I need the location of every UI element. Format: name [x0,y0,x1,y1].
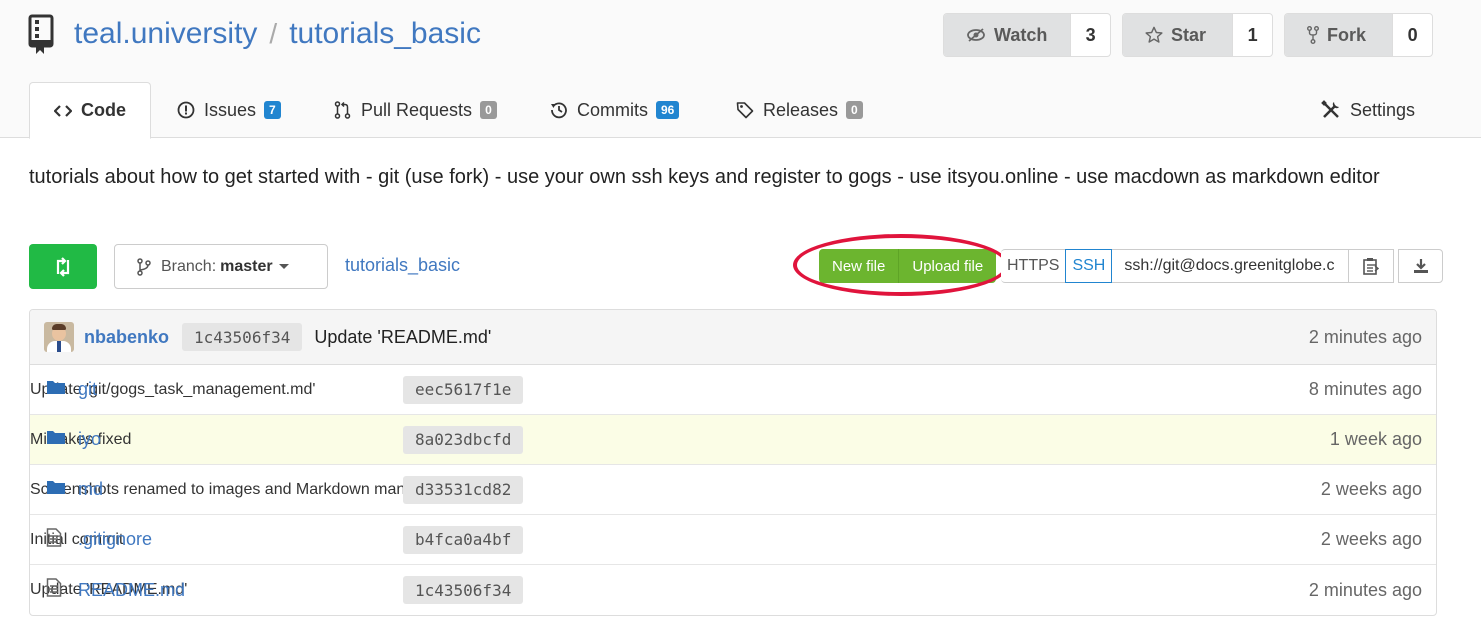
tab-settings[interactable]: Settings [1321,82,1415,138]
pull-requests-count-badge: 0 [480,101,497,119]
commit-sha-link[interactable]: 1c43506f34 [182,323,303,351]
fork-count[interactable]: 0 [1392,14,1432,56]
star-icon [1145,26,1163,43]
issues-count-badge: 7 [264,101,281,119]
pull-request-icon [334,101,351,119]
table-row: README.md 1c43506f34 Update 'README.md' 2 m… [30,565,1436,615]
table-row: git eec5617f1e Update 'git/gogs_task_manag… [30,365,1436,415]
ssh-button[interactable]: SSH [1065,249,1113,283]
tab-pull-requests[interactable]: Pull Requests 0 [334,82,497,138]
folder-icon [46,379,66,400]
file-name-link[interactable]: md [78,479,103,500]
commit-sha-link[interactable]: d33531cd82 [403,475,524,504]
tab-pull-requests-label: Pull Requests [361,99,473,120]
commit-message: Update 'README.md' [314,326,492,347]
file-name-link[interactable]: git [78,379,97,400]
commits-count-badge: 96 [656,101,680,119]
commit-age: 2 weeks ago [1320,479,1422,499]
file-name-link[interactable]: README.md [78,580,185,601]
branch-icon [137,257,151,276]
commit-sha-link[interactable]: 1c43506f34 [403,576,524,604]
watch-count[interactable]: 3 [1070,14,1110,56]
tab-commits-label: Commits [577,99,648,120]
compare-pull-button[interactable] [29,244,97,289]
branch-name: master [220,257,273,275]
commit-sha-link[interactable]: eec5617f1e [403,375,524,404]
commit-sha-link[interactable]: b4fca0a4bf [403,525,524,554]
fork-icon [1307,26,1319,44]
tab-code-label: Code [81,100,126,120]
file-actions: New file Upload file [819,249,997,283]
fork-group: Fork 0 [1284,13,1433,57]
table-row: iyo 8a023dbcfd Mistakes fixed 1 week ago [30,415,1436,465]
clone-panel: HTTPS SSH ssh://git@docs.greenitglobe.c [1001,249,1444,283]
copy-url-button[interactable] [1349,249,1395,283]
avatar [44,322,74,352]
file-name-link[interactable]: .gitignore [78,529,152,550]
download-button[interactable] [1398,249,1444,283]
tab-settings-label: Settings [1350,99,1416,120]
tab-releases[interactable]: Releases 0 [736,82,863,138]
tab-issues-label: Issues [204,99,257,120]
upload-file-button[interactable]: Upload file [898,249,996,283]
book-icon [28,14,56,54]
repo-title: teal.university / tutorials_basic [28,12,481,56]
latest-commit-row: nbabenko 1c43506f34 Update 'README.md' 2… [30,310,1436,365]
path-breadcrumb[interactable]: tutorials_basic [345,255,460,276]
commit-age: 2 minutes ago [1308,579,1422,600]
chevron-down-icon [278,264,289,269]
tab-code[interactable]: Code [29,82,151,139]
new-file-button[interactable]: New file [819,249,898,283]
clone-url-input[interactable]: ssh://git@docs.greenitglobe.c [1112,249,1350,283]
commit-message: Update 'git/gogs_task_management.md' [30,380,316,398]
branch-selector[interactable]: Branch: master [114,244,328,289]
commit-age: 8 minutes ago [1308,379,1422,399]
watch-group: Watch 3 [943,13,1111,57]
file-table: nbabenko 1c43506f34 Update 'README.md' 2… [29,309,1437,616]
eye-slash-icon [967,28,985,42]
commit-author-link[interactable]: nbabenko [84,327,169,348]
fork-button[interactable]: Fork [1285,14,1393,56]
issue-icon [177,101,195,119]
commit-sha-link[interactable]: 8a023dbcfd [403,425,524,454]
table-row: .gitignore b4fca0a4bf Initial commit 2 week… [30,515,1436,565]
file-name-link[interactable]: iyo [78,429,101,450]
repo-owner-link[interactable]: teal.university [74,17,257,51]
history-icon [551,102,567,119]
https-button[interactable]: HTTPS [1001,249,1066,283]
repo-separator: / [269,18,278,49]
watch-label: Watch [994,24,1048,45]
download-icon [1413,259,1428,273]
branch-prefix: Branch: [161,257,217,275]
file-text-icon [46,578,62,602]
compare-icon [56,256,70,277]
star-label: Star [1171,24,1207,45]
code-icon [54,104,72,117]
commit-age: 2 weeks ago [1320,529,1422,549]
file-text-icon [46,528,62,552]
watch-button[interactable]: Watch [944,14,1071,56]
repo-description: tutorials about how to get started with … [29,166,1380,188]
fork-label: Fork [1327,24,1367,45]
folder-icon [46,429,66,450]
releases-count-badge: 0 [846,101,863,119]
commit-age: 1 week ago [1329,429,1422,449]
tools-icon [1321,100,1339,118]
folder-icon [46,479,66,500]
clipboard-icon [1363,258,1380,275]
commit-age: 2 minutes ago [1308,326,1422,347]
tab-releases-label: Releases [763,99,839,120]
tab-issues[interactable]: Issues 7 [177,82,281,138]
star-group: Star 1 [1122,13,1273,57]
table-row: md d33531cd82 Screenshots renamed to image… [30,465,1436,515]
repo-name-link[interactable]: tutorials_basic [289,17,481,51]
star-button[interactable]: Star [1123,14,1233,56]
tag-icon [736,102,754,119]
star-count[interactable]: 1 [1232,14,1272,56]
tab-commits[interactable]: Commits 96 [550,82,680,138]
